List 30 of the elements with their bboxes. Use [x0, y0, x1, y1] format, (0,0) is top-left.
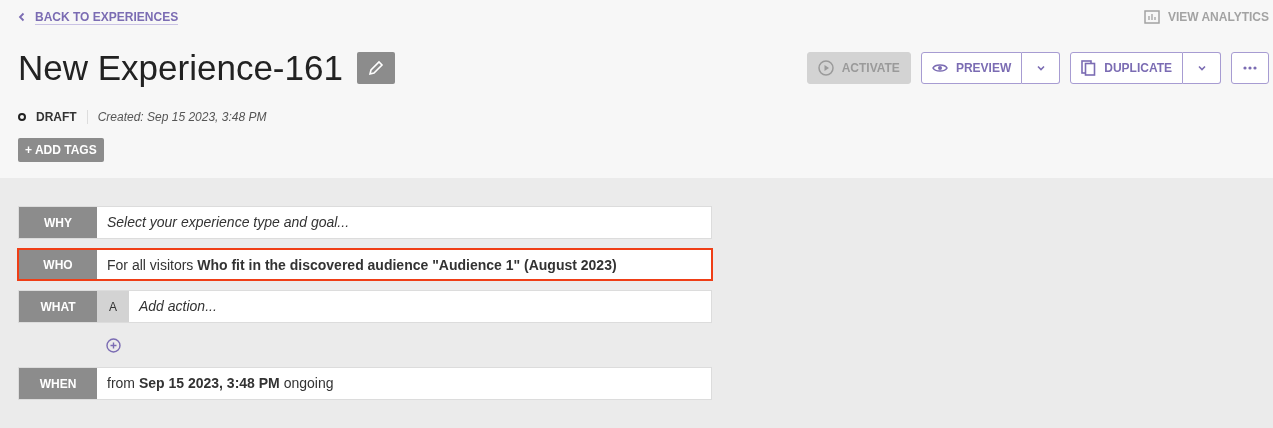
play-icon	[817, 60, 834, 76]
add-tags-button[interactable]: + ADD TAGS	[18, 138, 104, 162]
copy-icon	[1081, 60, 1097, 76]
more-icon	[1243, 66, 1257, 70]
preview-dropdown-button[interactable]	[1022, 52, 1061, 84]
duplicate-button[interactable]: DUPLICATE	[1070, 52, 1183, 84]
preview-button[interactable]: PREVIEW	[920, 52, 1023, 84]
status-label: DRAFT	[36, 110, 77, 124]
add-icon[interactable]	[106, 337, 121, 353]
caret-icon	[1035, 63, 1046, 73]
row-value[interactable]: from Sep 15 2023, 3:48 PM ongoing	[97, 368, 711, 399]
row-label: WHO	[19, 250, 97, 279]
experience-title: New Experience-161	[18, 48, 343, 88]
row-label: WHY	[19, 207, 97, 238]
pencil-icon	[367, 60, 384, 76]
chart-icon	[1143, 10, 1160, 24]
row-value[interactable]: For all visitors Who fit in the discovered audience "Audience 1" (August 2023)	[97, 250, 711, 279]
row-label: WHAT	[19, 291, 97, 322]
status-icon	[18, 113, 26, 121]
variant-label: A	[97, 291, 129, 322]
duplicate-dropdown-button[interactable]	[1183, 52, 1221, 84]
caret-icon	[1196, 63, 1207, 73]
eye-icon	[931, 62, 948, 74]
row-placeholder[interactable]: Select your experience type and goal...	[97, 207, 711, 238]
edit-title-button[interactable]	[356, 52, 395, 84]
more-button[interactable]	[1231, 52, 1269, 84]
row-label: WHEN	[19, 368, 97, 399]
row-placeholder[interactable]: Add action...	[129, 291, 711, 322]
created-date: Created: Sep 15 2023, 3:48 PM	[97, 110, 267, 124]
chevron-left-icon	[18, 12, 25, 22]
